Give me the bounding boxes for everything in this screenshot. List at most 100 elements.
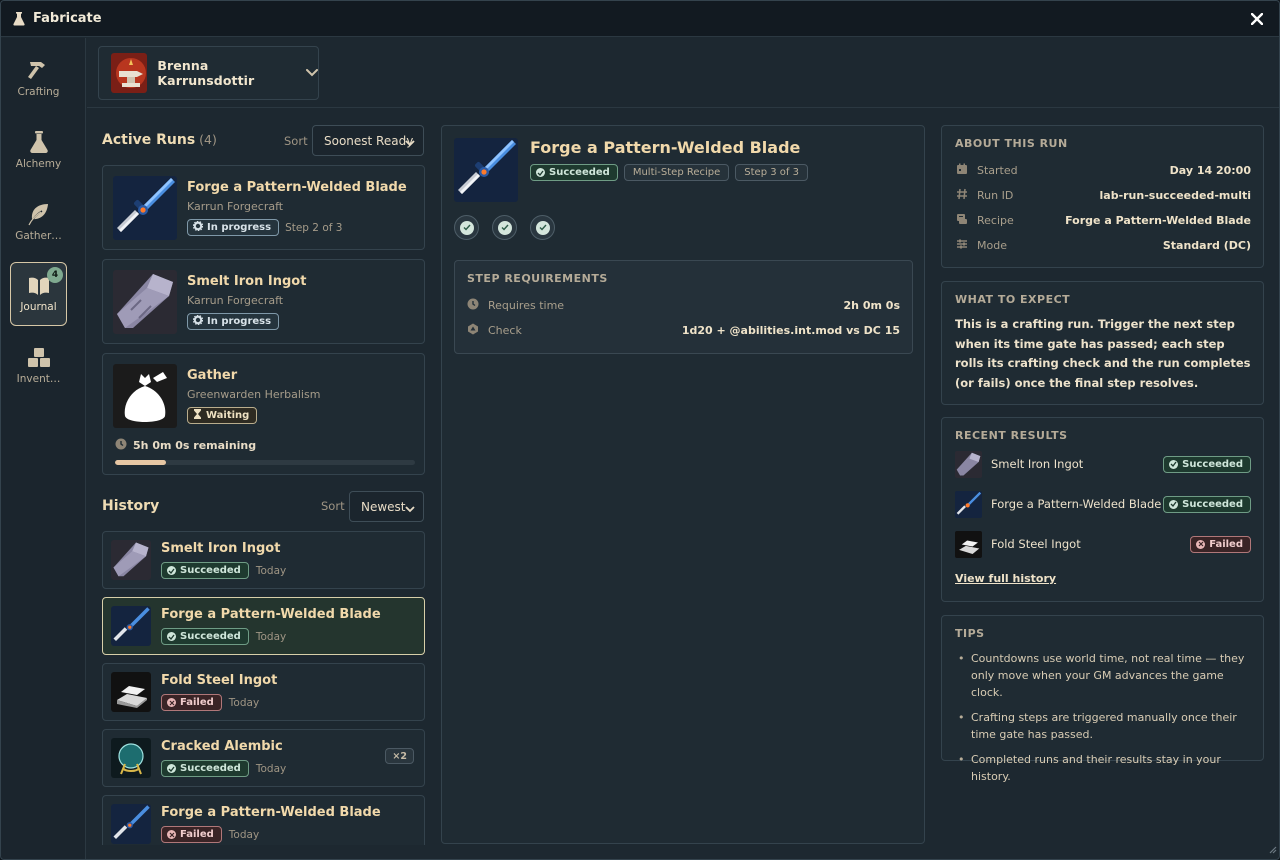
close-button[interactable] [1247, 9, 1267, 29]
leaf-icon [27, 204, 48, 226]
detail-title: Forge a Pattern-Welded Blade [530, 138, 801, 157]
view-full-history-link[interactable]: View full history [955, 572, 1056, 585]
history-title-text: Forge a Pattern-Welded Blade [161, 607, 381, 622]
requirements-title: STEP REQUIREMENTS [467, 272, 608, 285]
flask-icon [29, 131, 48, 153]
x-circle-icon [1196, 539, 1206, 549]
check-icon [167, 764, 176, 773]
sidebar: Crafting Alchemy Gather… Journal 4 Inven… [1, 38, 86, 859]
active-run-card[interactable]: Gather Greenwarden Herbalism Waiting 5h … [102, 353, 425, 475]
history-item[interactable]: Forge a Pattern-Welded Blade Succeeded T… [102, 597, 425, 655]
active-runs-count: (4) [199, 132, 217, 147]
nav-gather[interactable]: Gather… [10, 190, 67, 254]
recent-result-row[interactable]: Fold Steel Ingot Failed [955, 530, 1251, 558]
check-icon [535, 220, 550, 235]
status-badge: Failed [1190, 535, 1251, 553]
run-title: Forge a Pattern-Welded Blade [187, 180, 407, 195]
status-badge: Succeeded [161, 628, 249, 645]
tip-item: Crafting steps are triggered manually on… [955, 709, 1255, 743]
top-bar: Brenna Karrunsdottir [87, 38, 1279, 108]
sword-icon [113, 176, 177, 240]
history-when: Today [255, 630, 287, 643]
check-icon [459, 220, 474, 235]
active-run-card[interactable]: Forge a Pattern-Welded Blade Karrun Forg… [102, 165, 425, 250]
journal-count-badge: 4 [47, 267, 63, 283]
status-badge: Failed [161, 694, 222, 711]
expect-title: WHAT TO EXPECT [955, 293, 1071, 306]
run-step: Step 2 of 3 [285, 221, 343, 234]
sword-icon [111, 804, 151, 844]
active-sort-select[interactable]: Soonest Ready [312, 125, 424, 156]
nav-crafting[interactable]: Crafting [10, 46, 67, 110]
step-indicator[interactable] [530, 215, 555, 240]
status-badge: Succeeded [530, 164, 618, 181]
boxes-icon [27, 348, 50, 367]
progress-bar [115, 460, 415, 465]
active-runs-title: Active Runs (4) [102, 132, 217, 148]
run-subtitle: Karrun Forgecraft [187, 200, 284, 213]
history-title-text: Cracked Alembic [161, 739, 283, 754]
history-item[interactable]: Cracked Alembic Succeeded Today ×2 [102, 729, 425, 787]
run-detail-panel: Forge a Pattern-Welded Blade Succeeded M… [441, 125, 925, 844]
history-when: Today [228, 828, 260, 841]
run-subtitle: Karrun Forgecraft [187, 294, 284, 307]
about-run-id: Run ID lab-run-succeeded-multi [956, 187, 1251, 203]
dice-icon [467, 323, 479, 338]
actor-selector[interactable]: Brenna Karrunsdottir [98, 46, 319, 100]
history-item[interactable]: Smelt Iron Ingot Succeeded Today [102, 531, 425, 589]
history-item[interactable]: Forge a Pattern-Welded Blade Failed Toda… [102, 795, 425, 845]
check-icon [497, 220, 512, 235]
step-indicator[interactable] [492, 215, 517, 240]
step-indicator[interactable] [454, 215, 479, 240]
about-panel: ABOUT THIS RUN Started Day 14 20:00 Run … [941, 125, 1264, 268]
nav-inventory[interactable]: Invent… [10, 334, 67, 398]
check-icon [536, 168, 545, 177]
history-when: Today [255, 564, 287, 577]
time-remaining: 5h 0m 0s remaining [115, 438, 256, 453]
requirement-check: Check 1d20 + @abilities.int.mod vs DC 15 [467, 322, 900, 338]
history-title-text: Forge a Pattern-Welded Blade [161, 805, 381, 820]
app-title: Fabricate [33, 11, 102, 26]
step-indicators [454, 215, 555, 240]
status-badge: In progress [187, 313, 280, 330]
hourglass-icon [193, 409, 202, 422]
tips-panel: TIPS Countdowns use world time, not real… [941, 615, 1264, 783]
tips-list: Countdowns use world time, not real time… [955, 650, 1255, 793]
nav-journal[interactable]: Journal 4 [10, 262, 67, 326]
status-badge: Waiting [187, 407, 258, 424]
run-title: Gather [187, 368, 238, 383]
recipe-type-tag: Multi-Step Recipe [623, 164, 730, 181]
nav-alchemy[interactable]: Alchemy [10, 118, 67, 182]
check-icon [167, 566, 176, 575]
calendar-icon [956, 163, 968, 178]
active-run-card[interactable]: Smelt Iron Ingot Karrun Forgecraft In pr… [102, 259, 425, 344]
recent-result-row[interactable]: Forge a Pattern-Welded Blade Succeeded [955, 490, 1251, 518]
run-subtitle: Greenwarden Herbalism [187, 388, 321, 401]
progress-fill [115, 460, 166, 465]
actor-name: Brenna Karrunsdottir [157, 58, 255, 88]
tip-item: Countdowns use world time, not real time… [955, 650, 1255, 701]
history-title: History [102, 498, 160, 514]
history-title-text: Fold Steel Ingot [161, 673, 278, 688]
run-title: Smelt Iron Ingot [187, 274, 307, 289]
avatar [111, 53, 148, 93]
chevron-down-icon [405, 502, 415, 516]
history-item[interactable]: Fold Steel Ingot Failed Today [102, 663, 425, 721]
ingot-icon [113, 270, 177, 334]
ingot-icon [955, 450, 982, 478]
flask-icon [13, 11, 27, 27]
status-badge: In progress [187, 219, 280, 236]
recent-results-panel: RECENT RESULTS Smelt Iron Ingot Succeede… [941, 417, 1264, 602]
check-icon [1169, 459, 1179, 469]
close-icon [1251, 13, 1263, 25]
hash-icon [956, 188, 968, 203]
active-sort-label: Sort [284, 134, 308, 148]
recent-result-row[interactable]: Smelt Iron Ingot Succeeded [955, 450, 1251, 478]
hammer-icon [27, 62, 45, 79]
history-sort-select[interactable]: Newest [349, 491, 424, 522]
status-badge: Succeeded [161, 562, 249, 579]
resize-handle[interactable] [1267, 843, 1277, 857]
chevron-down-icon [306, 66, 318, 80]
app-window: Fabricate Crafting Alchemy Gather… Journ… [0, 0, 1280, 860]
x-circle-icon [167, 698, 176, 707]
